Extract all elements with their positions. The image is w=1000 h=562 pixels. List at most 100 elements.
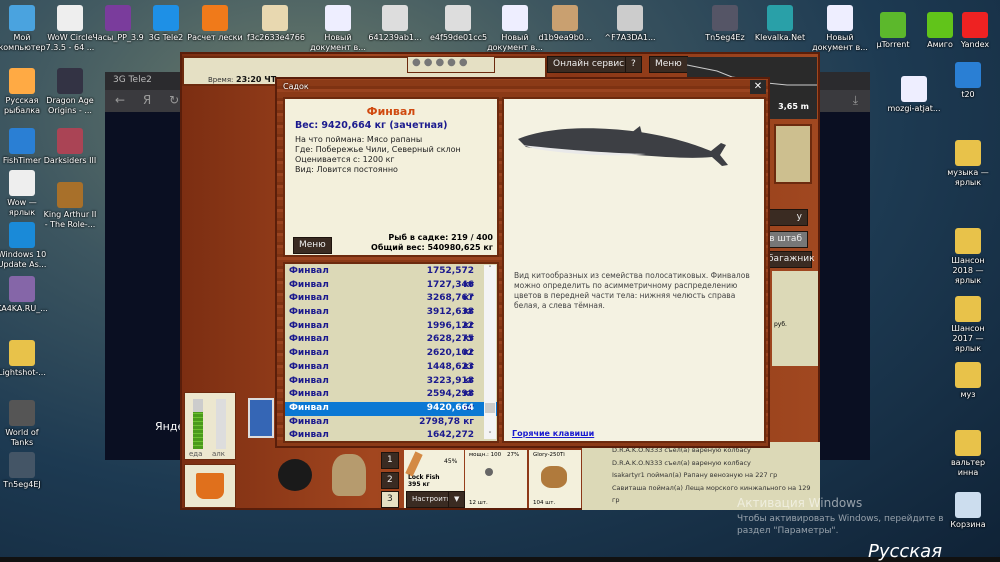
desktop-icon-label: вальтер инна (950, 458, 986, 477)
dialog-title: Садок (283, 82, 309, 91)
desktop-icon[interactable]: Шансон 2017 — ярлык (940, 296, 996, 354)
desktop-icon-label: 3G Tele2 (148, 33, 184, 42)
desktop-icon-label: Yandex (960, 40, 990, 49)
desktop-icon[interactable]: Dragon Age Origins - ... (42, 68, 98, 116)
help-button[interactable]: ? (625, 56, 642, 73)
map-thumbnail[interactable] (774, 124, 812, 184)
hotkeys-link[interactable]: Горячие клавиши (512, 429, 594, 438)
desktop-icon[interactable]: Tn5eg4EJ (0, 452, 50, 490)
fish-list-row[interactable]: Финвал 1448,623 кг (285, 361, 497, 386)
desktop-icon[interactable]: муз (940, 362, 996, 400)
desktop-icon[interactable]: Новый документ в... (310, 5, 366, 53)
fish-list-row[interactable]: Финвал 1727,346 кг (285, 279, 497, 304)
desktop-icon-image (552, 5, 578, 31)
fish-list-row[interactable]: Финвал 9420,664 кг (285, 401, 497, 427)
desktop-icon-image (955, 228, 981, 254)
desktop-icon[interactable]: Windows 10 Update As... (0, 222, 50, 270)
desktop-icon[interactable]: 641239ab1... (367, 5, 423, 43)
fish-list-row[interactable]: Финвал 3223,918 кг (285, 375, 497, 400)
desktop-icon[interactable]: Расчет лески (187, 5, 243, 43)
desktop-icon[interactable]: e4f59de01cc5 (430, 5, 487, 43)
alcohol-meter (216, 399, 226, 449)
slot-3-button[interactable]: 3 (381, 491, 399, 508)
fish-row-weight: 2628,275 кг (426, 334, 474, 359)
list-scrollbar[interactable]: ˄ ˅ (484, 265, 496, 439)
desktop-icon[interactable]: Шансон 2018 — ярлык (940, 228, 996, 286)
desktop-icon[interactable]: Yandex (947, 12, 1000, 50)
desktop-icon-label: Шансон 2017 — ярлык (951, 324, 985, 353)
desktop-icon[interactable]: Lightshot-... (0, 340, 50, 378)
reel-count: 12 шт. (469, 500, 488, 506)
desktop-icon[interactable]: музыка — ярлык (940, 140, 996, 188)
tackle-box-icon[interactable] (248, 398, 274, 438)
desktop-icon-label: Новый документ в... (310, 33, 366, 52)
desktop-icon[interactable]: d1b9ea9b0... (537, 5, 593, 43)
fish-list-row[interactable]: Финвал 1752,572 кг (285, 265, 497, 290)
close-button[interactable]: ✕ (750, 80, 766, 94)
desktop-icon[interactable]: King Arthur II - The Role-... (42, 182, 98, 230)
bait-panel[interactable]: Glory-250Ti 104 шт. (529, 450, 581, 508)
reel-panel[interactable]: мощн.: 100 27% 12 шт. (465, 450, 527, 508)
fish-list-row[interactable]: Финвал 3912,638 кг (285, 306, 497, 331)
side-info: рyб. (772, 271, 818, 366)
fish-row-weight: 2798,78 кг (419, 416, 474, 427)
filter-button[interactable]: ▼ (448, 491, 466, 508)
desktop-icon[interactable]: World of Tanks (0, 400, 50, 448)
cooking-pot-icon[interactable] (278, 459, 312, 491)
desktop-icon[interactable]: вальтер инна (940, 430, 996, 478)
desktop-icon-image (955, 140, 981, 166)
total-weight: Общий вес: 540980,625 кг (371, 243, 493, 252)
scroll-thumb[interactable] (485, 403, 495, 413)
desktop-icon[interactable]: ^F7A3DA1... (602, 5, 658, 43)
desktop-icon[interactable]: f3c2633e4766 (247, 5, 305, 43)
desktop-icon-image (767, 5, 793, 31)
online-services-button[interactable]: Онлайн сервисы (547, 56, 638, 73)
fish-list[interactable]: Финвал 1752,572 кг Финвал 1727,346 кг Финвал… (283, 262, 499, 443)
scroll-down-icon[interactable]: ˅ (484, 431, 496, 439)
desktop-icon[interactable]: KA4KA.RU_... (0, 276, 50, 314)
desktop-icon[interactable]: Darksiders III (42, 128, 98, 166)
food-label: еда (189, 450, 203, 458)
activation-text: Чтобы активировать Windows, перейдите в … (737, 514, 944, 536)
time-label: Время: (208, 76, 234, 84)
desktop-icon-image (9, 452, 35, 478)
desktop-icon-image (153, 5, 179, 31)
rod-icon (405, 451, 423, 477)
desktop-icon[interactable]: mozgi-atjat... (886, 76, 942, 114)
desktop-icon-image (955, 296, 981, 322)
desktop-icon[interactable]: 3G Tele2 (138, 5, 194, 43)
fish-row-weight: 1727,346 кг (426, 279, 474, 304)
fish-list-row[interactable]: Финвал 2594,298 кг (285, 388, 497, 413)
fish-list-row[interactable]: Финвал 2628,275 кг (285, 333, 497, 359)
fish-list-row[interactable]: Финвал 2798,78 кг (285, 416, 497, 430)
back-icon[interactable]: ← (115, 93, 125, 107)
download-icon[interactable]: ⤓ (853, 93, 858, 108)
desktop-icon-image (712, 5, 738, 31)
fish-row-name: Финвал (289, 266, 329, 276)
fish-bait: На что поймана: Мясо рапаны (295, 135, 423, 144)
slot-2-button[interactable]: 2 (381, 472, 399, 489)
sadok-menu-button[interactable]: Меню (293, 237, 332, 254)
fish-list-row[interactable]: Финвал 3268,767 кг (285, 292, 497, 317)
sack-icon[interactable] (332, 454, 366, 496)
desktop-icon[interactable]: t20 (940, 62, 996, 100)
reload-icon[interactable]: ↻ (169, 93, 179, 107)
fish-list-row[interactable]: Финвал 2620,102 кг (285, 347, 497, 372)
desktop-icon-image (9, 276, 35, 302)
taskbar[interactable] (0, 557, 1000, 562)
desktop-icon[interactable]: Tn5eg4Ez (697, 5, 753, 43)
bucket-slot[interactable] (184, 464, 236, 508)
desktop-icon[interactable]: Новый документ в... (487, 5, 543, 53)
slot-1-button[interactable]: 1 (381, 452, 399, 469)
desktop-icon[interactable]: Klevalka.Net (752, 5, 808, 43)
desktop-icon-label: Windows 10 Update As... (0, 250, 47, 269)
fish-list-row[interactable]: Финвал 1642,272 кг (285, 429, 497, 441)
desktop-icon[interactable]: Новый документ в... (812, 5, 868, 53)
fish-row-weight: 3912,638 кг (426, 307, 474, 331)
menu-button[interactable]: Меню (649, 56, 688, 73)
rod-name: Lock Fish (408, 474, 440, 481)
desktop-icon-image (827, 5, 853, 31)
fish-list-row[interactable]: Финвал 1996,122 кг (285, 320, 497, 345)
scroll-up-icon[interactable]: ˄ (484, 265, 496, 273)
yandex-logo-icon[interactable]: Я (143, 93, 151, 107)
